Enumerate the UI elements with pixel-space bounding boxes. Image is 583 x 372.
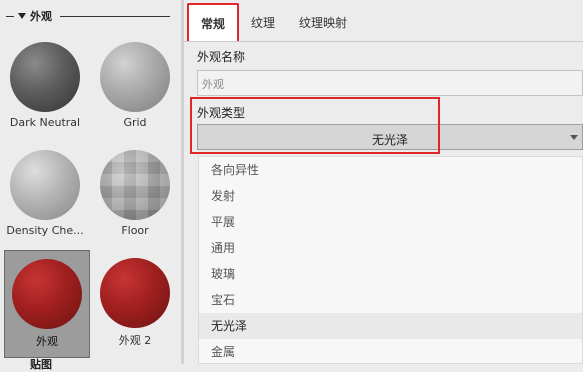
material-sphere [10, 42, 80, 112]
tab-texture-mapping[interactable]: 纹理映射 [287, 3, 359, 41]
swatch-label: Dark Neutral [9, 116, 81, 129]
material-sphere [100, 42, 170, 112]
appearance-name-label: 外观名称 [197, 50, 246, 64]
option-metal[interactable]: 金属 [199, 339, 582, 365]
tab-bar: 常规 纹理 纹理映射 [184, 0, 583, 42]
swatch-floor[interactable]: Floor [92, 142, 178, 250]
material-sphere [100, 150, 170, 220]
swatch-appearance-2[interactable]: 外观 2 [92, 250, 178, 358]
dropdown-arrow-icon[interactable] [570, 135, 578, 140]
option-anisotropic[interactable]: 各向异性 [199, 157, 582, 183]
swatch-grid[interactable]: Grid [92, 34, 178, 142]
tab-general[interactable]: 常规 [187, 3, 240, 41]
section-header[interactable]: 外观 [6, 8, 170, 24]
section-title: 外观 [30, 10, 52, 23]
swatch-density-checker[interactable]: Density Che... [2, 142, 88, 250]
option-flat[interactable]: 平展 [199, 209, 582, 235]
swatch-label: Grid [123, 116, 147, 129]
option-gem[interactable]: 宝石 [199, 287, 582, 313]
option-emissive[interactable]: 发射 [199, 183, 582, 209]
option-glass[interactable]: 玻璃 [199, 261, 582, 287]
collapse-triangle-icon[interactable] [18, 13, 26, 19]
material-sphere [100, 258, 170, 328]
header-rule-right [60, 15, 170, 17]
swatch-appearance-selected[interactable]: 外观 [4, 250, 90, 358]
material-sphere [12, 259, 82, 329]
appearance-name-field[interactable]: 外观 [197, 70, 583, 96]
material-sphere [10, 150, 80, 220]
header-rule-left [6, 15, 14, 17]
swatch-label: 外观 [36, 335, 58, 348]
swatch-label: Density Che... [6, 224, 84, 237]
option-generic[interactable]: 通用 [199, 235, 582, 261]
appearance-type-options: 各向异性 发射 平展 通用 玻璃 宝石 无光泽 金属 [198, 156, 583, 364]
appearance-editor-panel: 常规 纹理 纹理映射 外观名称 外观 外观类型 无光泽 各向异性 发射 平展 通… [184, 0, 583, 364]
tab-texture[interactable]: 纹理 [239, 3, 287, 41]
maps-section-label[interactable]: 贴图 [30, 356, 52, 372]
option-matte[interactable]: 无光泽 [199, 313, 582, 339]
swatch-dark-neutral[interactable]: Dark Neutral [2, 34, 88, 142]
highlight-box-type [190, 97, 440, 154]
swatch-label: 外观 2 [118, 334, 152, 347]
swatch-label: Floor [121, 224, 149, 237]
appearance-library-panel: 外观 Dark Neutral Grid Density Che... Floo… [0, 0, 181, 371]
